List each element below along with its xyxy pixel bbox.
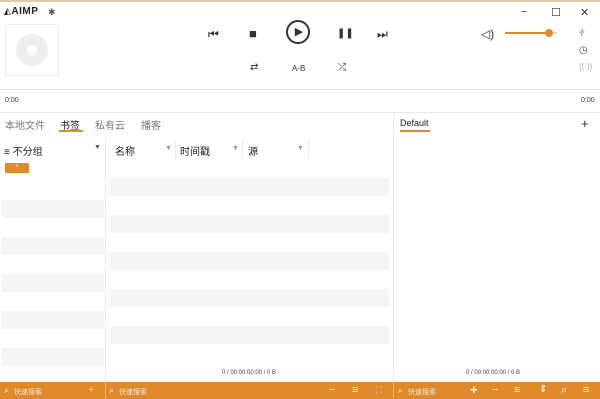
group-selector[interactable]: ≡ 不分组 <box>4 143 43 158</box>
previous-track-button[interactable]: ⏮ <box>208 28 219 40</box>
radio-icon[interactable]: ((·)) <box>579 62 592 71</box>
pause-button[interactable]: ❚❚ <box>337 28 354 40</box>
list-item <box>2 237 104 255</box>
quick-search-input[interactable]: 快速搜索 <box>119 387 147 397</box>
repeat-button[interactable]: ⇄ <box>250 62 258 74</box>
maximize-button[interactable]: ☐ <box>551 6 561 19</box>
menu-icon[interactable]: ≡ <box>352 383 358 397</box>
tab-private-cloud[interactable]: 私有云 <box>95 117 125 132</box>
quick-search-input[interactable]: 快速搜索 <box>408 387 436 397</box>
filter-icon[interactable]: ▼ <box>232 145 239 152</box>
list-item <box>2 311 104 329</box>
chevron-down-icon[interactable]: ▼ <box>94 144 101 151</box>
add-icon[interactable]: + <box>88 383 94 397</box>
menu-icon[interactable]: ≡ <box>514 383 520 397</box>
quick-search-input[interactable]: 快速搜索 <box>14 387 42 397</box>
tab-active-indicator <box>400 130 430 132</box>
expand-icon[interactable]: ⛶ <box>376 383 382 397</box>
window-top-border <box>0 0 600 2</box>
column-source[interactable]: 源 <box>248 143 258 158</box>
playlist-tab-default[interactable]: Default <box>400 118 429 128</box>
list-item <box>2 348 104 366</box>
clock-icon[interactable]: ◷ <box>579 45 588 56</box>
add-playlist-button[interactable]: + <box>581 116 589 131</box>
tab-local-files[interactable]: 本地文件 <box>5 117 45 132</box>
equalizer-icon[interactable]: ⫩ <box>579 28 585 39</box>
group-panel <box>0 138 106 382</box>
list-item <box>2 200 104 218</box>
table-row <box>109 289 389 307</box>
next-track-button[interactable]: ⏭ <box>377 28 388 40</box>
search-icon[interactable]: ⌕ <box>561 383 567 397</box>
playlist-status: 0 / 00:00:00:00 / 0 B <box>466 370 521 376</box>
column-timestamp[interactable]: 时间戳 <box>180 143 210 158</box>
search-icon: ⌕ <box>109 385 115 395</box>
album-art <box>5 24 59 76</box>
close-button[interactable]: ✕ <box>580 6 589 19</box>
table-row <box>109 326 389 344</box>
app-logo: ◭AIMP <box>4 6 39 17</box>
table-row <box>109 252 389 270</box>
add-button[interactable]: + <box>470 383 478 397</box>
menu-icon: ≡ <box>4 147 10 158</box>
menu-icon[interactable]: ≡ <box>583 383 589 397</box>
play-icon: ▶ <box>294 26 304 38</box>
volume-icon[interactable]: ◁) <box>481 27 494 41</box>
stop-button[interactable]: ■ <box>249 27 257 40</box>
volume-handle[interactable] <box>545 29 554 37</box>
time-elapsed: 0:00 <box>5 97 19 104</box>
tab-podcast[interactable]: 播客 <box>141 117 161 132</box>
gear-icon[interactable]: ✱ <box>48 7 56 18</box>
seek-bar[interactable] <box>0 89 600 90</box>
filter-icon[interactable]: ▼ <box>297 145 304 152</box>
ab-repeat-button[interactable]: A-B <box>292 63 305 75</box>
sort-icon[interactable]: ⇕ <box>539 383 547 397</box>
volume-fill <box>505 32 550 34</box>
table-row <box>109 215 389 233</box>
search-icon: ⌕ <box>4 385 10 395</box>
minimize-button[interactable]: − <box>521 6 527 18</box>
volume-slider[interactable] <box>505 29 557 37</box>
play-button[interactable]: ▶ <box>286 20 310 44</box>
list-item <box>2 274 104 292</box>
column-name[interactable]: 名称 <box>115 143 135 158</box>
search-icon: ⌕ <box>398 385 404 395</box>
time-total: 0:00 <box>581 97 595 104</box>
bookmark-status: 0 / 00:00:00:00 / 0 B <box>222 370 277 376</box>
remove-button[interactable]: − <box>492 383 498 397</box>
shuffle-button[interactable]: ⤮ <box>338 62 346 74</box>
tab-active-indicator <box>59 130 83 132</box>
filter-icon[interactable]: ▼ <box>165 145 172 152</box>
remove-button[interactable]: − <box>329 383 335 397</box>
group-item-all[interactable]: * <box>5 163 29 173</box>
table-row <box>109 178 389 196</box>
